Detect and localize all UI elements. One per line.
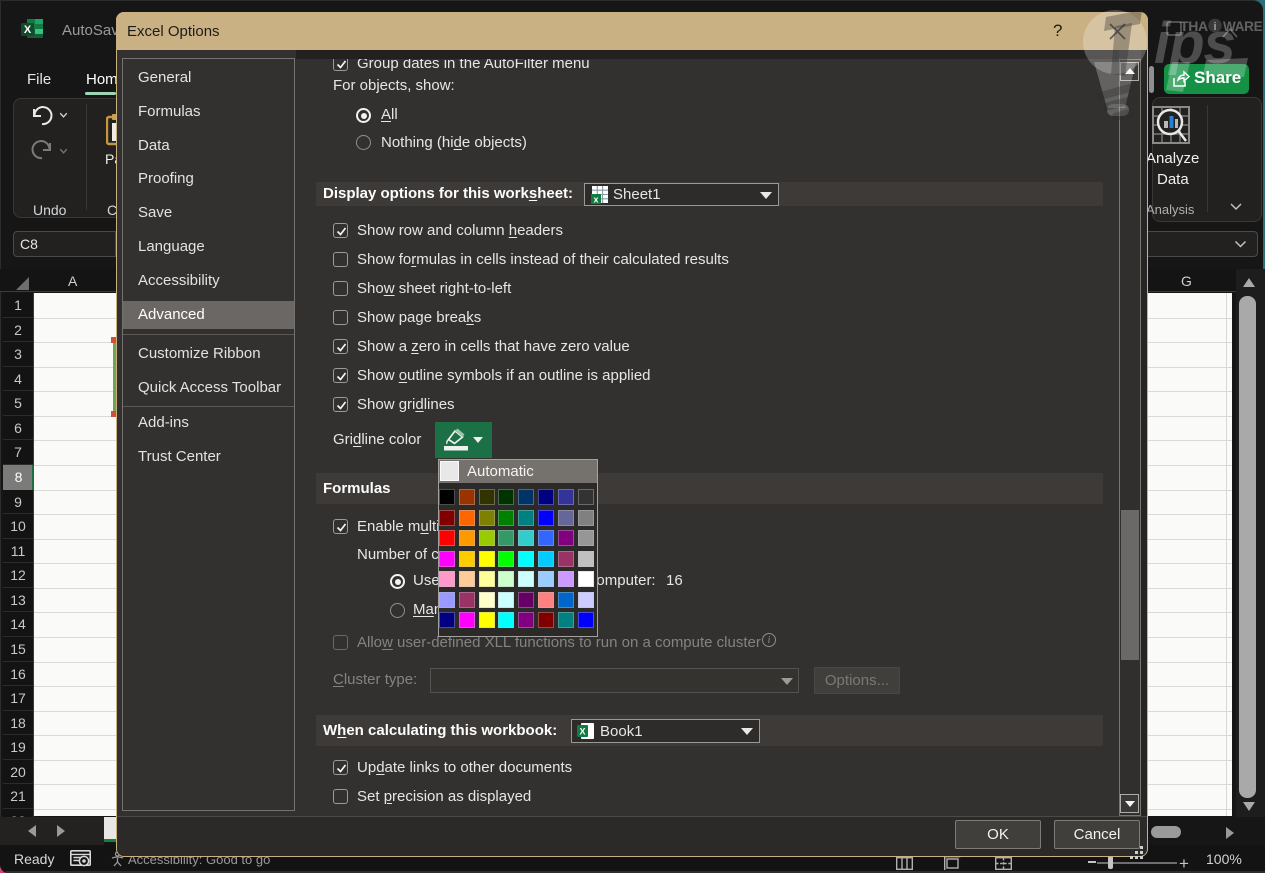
svg-text:X: X bbox=[579, 727, 585, 737]
svg-text:THA: THA bbox=[1180, 18, 1208, 34]
svg-text:i: i bbox=[1214, 21, 1217, 33]
svg-text:x: x bbox=[593, 195, 598, 205]
svg-text:X: X bbox=[24, 24, 32, 36]
svg-text:WARE: WARE bbox=[1223, 19, 1263, 34]
